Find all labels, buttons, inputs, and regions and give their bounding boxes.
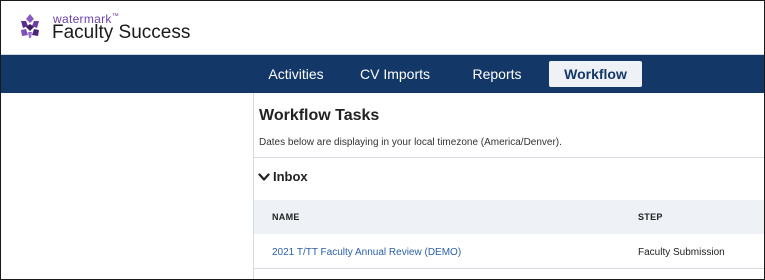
column-header-step[interactable]: STEP xyxy=(638,212,663,222)
brand-product: Faculty Success xyxy=(52,22,191,43)
table-row: 2021 T/TT Faculty Annual Review (DEMO) F… xyxy=(254,234,764,268)
nav-item-workflow[interactable]: Workflow xyxy=(549,61,642,87)
column-header-name[interactable]: NAME xyxy=(272,212,300,222)
app-window: watermark™ Faculty Success Activities CV… xyxy=(0,0,765,280)
watermark-logo-icon[interactable] xyxy=(17,13,43,39)
task-step: Faculty Submission xyxy=(638,247,725,258)
nav-item-cv-imports[interactable]: CV Imports xyxy=(352,61,438,87)
inbox-toggle[interactable]: Inbox xyxy=(258,169,308,184)
page-title: Workflow Tasks xyxy=(259,107,380,124)
nav-item-reports[interactable]: Reports xyxy=(463,61,531,87)
app-header: watermark™ Faculty Success xyxy=(1,1,764,55)
tasks-table-header: NAME STEP xyxy=(254,200,764,234)
nav-item-activities[interactable]: Activities xyxy=(255,61,337,87)
inbox-label: Inbox xyxy=(273,169,308,184)
timezone-note: Dates below are displaying in your local… xyxy=(259,137,562,148)
task-name-link[interactable]: 2021 T/TT Faculty Annual Review (DEMO) xyxy=(272,247,461,258)
row-divider xyxy=(254,268,764,269)
workflow-content: Workflow Tasks Dates below are displayin… xyxy=(254,93,764,279)
chevron-down-icon xyxy=(258,173,270,181)
main-nav: Activities CV Imports Reports Workflow xyxy=(1,55,764,93)
section-divider xyxy=(254,157,764,158)
